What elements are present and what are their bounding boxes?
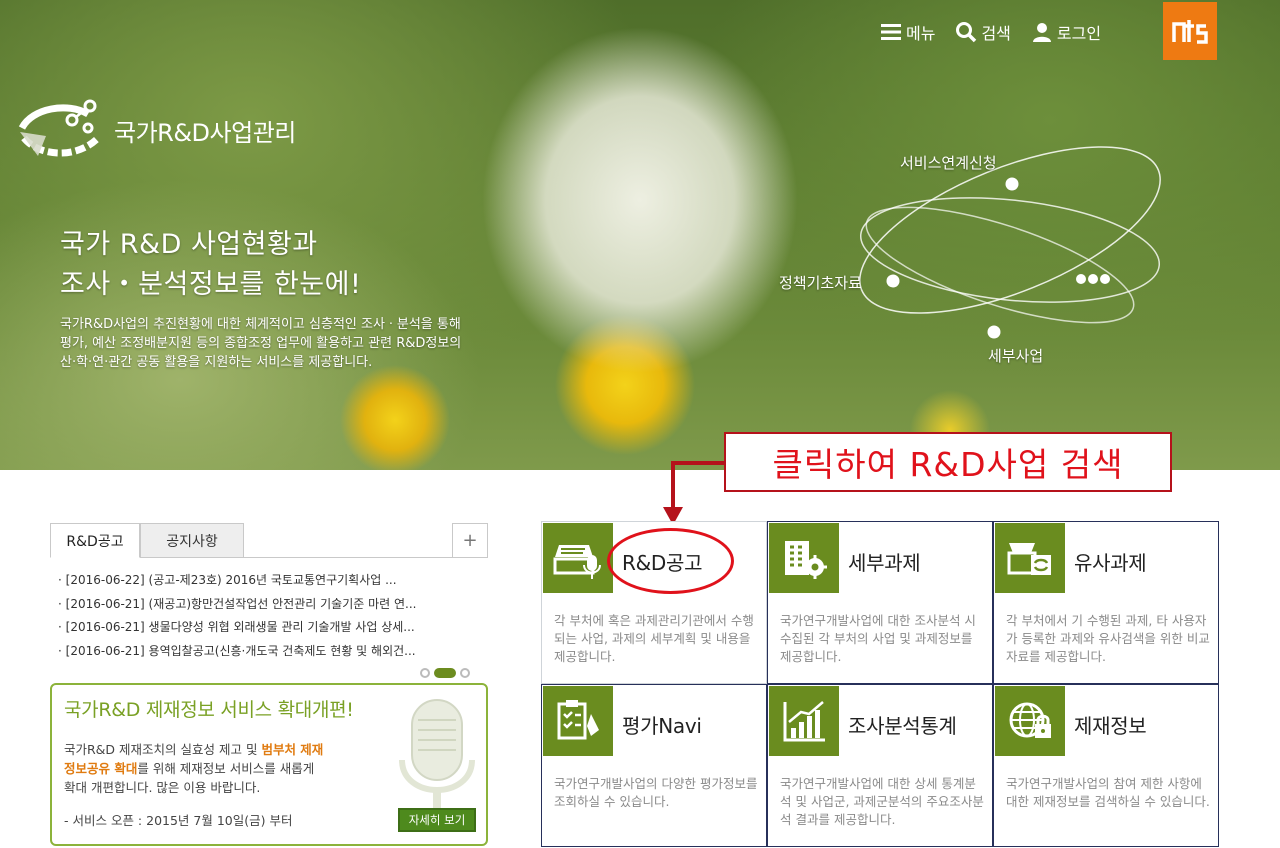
notice-tabs: R&D공고 공지사항 + xyxy=(50,523,488,558)
notice-item-text: [2016-06-21] (재공고)항만건설작업선 안전관리 기술기준 마련 연… xyxy=(65,596,417,611)
service-desc: 국가연구개발사업의 다양한 평가정보를 조회하실 수 있습니다. xyxy=(554,776,758,809)
brand[interactable]: 국가R&D사업관리 xyxy=(18,98,296,162)
service-desc: 각 부처에서 기 수행된 과제, 타 사용자가 등록한 과제와 유사검색을 위한… xyxy=(1006,613,1210,664)
menu-link[interactable]: 메뉴 xyxy=(880,20,935,44)
notice-list: · [2016-06-22] (공고-제23호) 2016년 국토교통연구기획사… xyxy=(58,569,478,663)
notice-item[interactable]: · [2016-06-21] (재공고)항만건설작업선 안전관리 기술기준 마련… xyxy=(58,593,478,617)
service-title: 세부과제 xyxy=(848,551,921,575)
pager-dot-2[interactable] xyxy=(434,668,456,678)
bar-chart-icon xyxy=(783,701,825,742)
service-title: 평가Navi xyxy=(622,714,702,738)
annotation-circle xyxy=(607,528,734,594)
notice-panel: R&D공고 공지사항 + · [2016-06-22] (공고-제23호) 20… xyxy=(50,523,488,678)
search-link[interactable]: 검색 xyxy=(955,20,1011,44)
hero-desc-line-2: 평가, 예산 조정배분지원 등의 종합조정 업무에 활용하고 관련 R&D정보의 xyxy=(60,336,462,351)
orbit-label-detail[interactable]: 세부사업 xyxy=(988,345,1043,366)
top-nav: 메뉴 검색 로그인 xyxy=(880,20,1101,44)
rnd-brand-logo-icon xyxy=(18,99,101,157)
banner-text-3: 확대 개편합니다. 많은 이용 바랍니다. xyxy=(64,780,261,795)
hero-banner: 메뉴 검색 로그인 국가R&D사업관리 국가 R&D 사업현황과 조사・분석정보… xyxy=(0,0,1280,470)
service-icon-box xyxy=(769,523,839,593)
notice-item-text: [2016-06-21] 생물다양성 위협 외래생물 관리 기술개발 사업 상세… xyxy=(65,620,415,634)
user-icon xyxy=(1032,23,1051,42)
notice-item[interactable]: · [2016-06-22] (공고-제23호) 2016년 국토교통연구기획사… xyxy=(58,569,478,593)
orbit-node-more-2[interactable] xyxy=(1088,274,1098,284)
service-icon-box xyxy=(543,686,613,756)
more-button[interactable]: + xyxy=(452,523,488,558)
notice-pager xyxy=(420,668,470,678)
hero-description: 국가R&D사업의 추진현황에 대한 체계적이고 심층적인 조사ㆍ분석을 통해 평… xyxy=(60,315,530,372)
hamburger-menu-icon xyxy=(881,24,901,40)
hero-headline-line-2: 조사・분석정보를 한눈에! xyxy=(60,269,362,300)
notice-item[interactable]: · [2016-06-21] 용역입찰공고(신흥·개도국 건축제도 현황 및 해… xyxy=(58,640,478,664)
orbit-node-more-1[interactable] xyxy=(1076,274,1086,284)
hero-desc-line-3: 산·학·연·관간 공동 활용을 지원하는 서비스를 제공합니다. xyxy=(60,355,373,370)
service-desc: 국가연구개발사업의 참여 제한 사항에 대한 제재정보를 검색하실 수 있습니다… xyxy=(1006,776,1210,809)
banner-highlight-2: 정보공유 확대 xyxy=(64,761,138,776)
service-desc: 국가연구개발사업에 대한 상세 통계분석 및 사업군, 과제군분석의 주요조사분… xyxy=(780,776,984,827)
document-compare-icon xyxy=(1007,543,1051,575)
hero-headline-line-1: 국가 R&D 사업현황과 xyxy=(60,229,318,260)
orbit-node-policy[interactable] xyxy=(886,274,900,288)
nts-logo[interactable] xyxy=(1163,2,1217,60)
service-similar-task[interactable]: 유사과제 각 부처에서 기 수행된 과제, 타 사용자가 등록한 과제와 유사검… xyxy=(993,521,1219,684)
service-evaluation-navi[interactable]: 평가Navi 국가연구개발사업의 다양한 평가정보를 조회하실 수 있습니다. xyxy=(541,684,767,847)
login-label: 로그인 xyxy=(1056,24,1102,43)
building-gear-icon xyxy=(785,541,827,579)
globe-lock-icon xyxy=(1009,702,1051,738)
search-label: 검색 xyxy=(981,24,1011,43)
notice-item-text: [2016-06-21] 용역입찰공고(신흥·개도국 건축제도 현황 및 해외건… xyxy=(65,643,416,658)
service-title: 유사과제 xyxy=(1074,551,1147,575)
service-analysis-statistics[interactable]: 조사분석통계 국가연구개발사업에 대한 상세 통계분석 및 사업군, 과제군분석… xyxy=(767,684,993,847)
pager-dot-3[interactable] xyxy=(460,668,470,678)
orbit-label-service[interactable]: 서비스연계신청 xyxy=(900,152,997,173)
pager-dot-1[interactable] xyxy=(420,668,430,678)
service-title: 조사분석통계 xyxy=(848,714,957,738)
hero-headline: 국가 R&D 사업현황과 조사・분석정보를 한눈에! xyxy=(60,225,361,305)
orbit-node-more-3[interactable] xyxy=(1100,274,1110,284)
service-icon-box xyxy=(995,686,1065,756)
clipboard-evaluation-icon xyxy=(557,700,599,740)
banner-highlight-1: 범부처 제재 xyxy=(261,742,324,757)
callout-box: 클릭하여 R&D사업 검색 xyxy=(724,432,1172,492)
callout-text: 클릭하여 R&D사업 검색 xyxy=(772,445,1124,484)
orbit-node-service[interactable] xyxy=(1005,177,1019,191)
service-detail-task[interactable]: 세부과제 국가연구개발사업에 대한 조사분석 시 수집된 각 부처의 사업 및 … xyxy=(767,521,993,684)
brand-title: 국가R&D사업관리 xyxy=(114,118,296,147)
login-link[interactable]: 로그인 xyxy=(1031,20,1101,44)
service-title: 제재정보 xyxy=(1074,714,1147,738)
service-icon-box xyxy=(543,523,613,593)
orbit-node-detail[interactable] xyxy=(987,325,1001,339)
banner-text: 국가R&D 제재조치의 실효성 제고 및 범부처 제재 정보공유 확대를 위해 … xyxy=(64,740,384,797)
orbit-label-policy[interactable]: 정책기초자료 xyxy=(779,272,862,293)
menu-label: 메뉴 xyxy=(906,24,936,43)
banner-text-2: 를 위해 제재정보 서비스를 새롭게 xyxy=(137,761,315,776)
service-icon-box xyxy=(995,523,1065,593)
banner-text-1: 국가R&D 제재조치의 실효성 제고 및 xyxy=(64,742,262,757)
banner-opening-date: - 서비스 오픈 : 2015년 7월 10일(금) 부터 xyxy=(64,813,293,828)
detail-button[interactable]: 자세히 보기 xyxy=(398,808,476,832)
tab-rnd-announcement[interactable]: R&D공고 xyxy=(50,523,140,558)
notice-item-text: [2016-06-22] (공고-제23호) 2016년 국토교통연구기획사업 … xyxy=(65,573,397,587)
service-icon-box xyxy=(769,686,839,756)
notice-item[interactable]: · [2016-06-21] 생물다양성 위협 외래생물 관리 기술개발 사업 … xyxy=(58,616,478,640)
hero-desc-line-1: 국가R&D사업의 추진현황에 대한 체계적이고 심층적인 조사ㆍ분석을 통해 xyxy=(60,317,461,332)
nts-logo-icon xyxy=(1172,20,1208,44)
service-sanction-info[interactable]: 제재정보 국가연구개발사업의 참여 제한 사항에 대한 제재정보를 검색하실 수… xyxy=(993,684,1219,847)
service-desc: 각 부처에 혹은 과제관리기관에서 수행되는 사업, 과제의 세부계획 및 내용… xyxy=(554,613,754,664)
announcement-tray-icon xyxy=(553,545,601,579)
service-desc: 국가연구개발사업에 대한 조사분석 시 수집된 각 부처의 사업 및 과제정보를… xyxy=(780,613,976,664)
banner-title: 국가R&D 제재정보 서비스 확대개편! xyxy=(64,699,354,721)
tab-notice[interactable]: 공지사항 xyxy=(140,523,244,558)
search-icon xyxy=(956,22,977,43)
sanction-service-banner[interactable]: 국가R&D 제재정보 서비스 확대개편! 국가R&D 제재조치의 실효성 제고 … xyxy=(50,683,488,846)
